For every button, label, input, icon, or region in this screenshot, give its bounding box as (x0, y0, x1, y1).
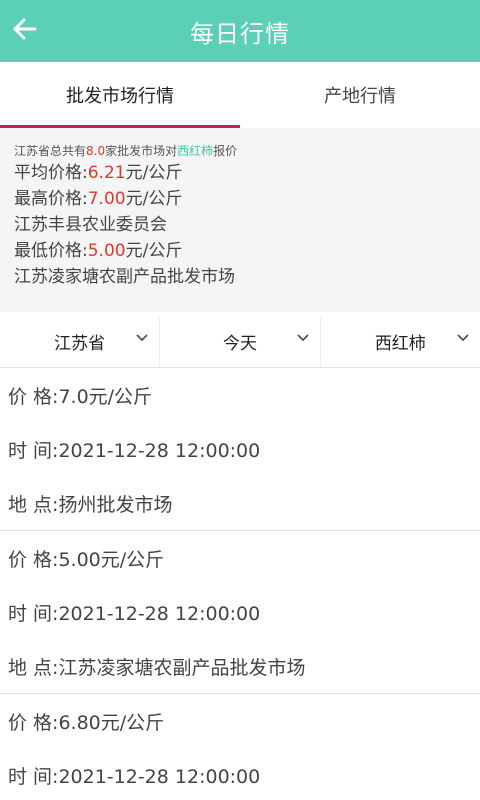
date-label: 今天 (222, 334, 257, 354)
price-summary: 江苏省总共有8.0家批发市场对西红柿报价 平均价格:6.21元/公斤 最高价格:… (0, 128, 480, 312)
chevron-down-icon (136, 334, 148, 342)
market-count: 8.0 (86, 144, 106, 158)
record-price: 价 格:6.80元/公斤 (8, 711, 165, 734)
arrow-left-icon[interactable] (10, 14, 40, 44)
intro-suffix: 报价 (213, 144, 238, 158)
product-dropdown[interactable]: 西红柿 (321, 316, 480, 367)
filter-bar: 江苏省 今天 西红柿 (0, 316, 480, 368)
chevron-down-icon (297, 334, 309, 342)
app-header: 每日行情 (0, 0, 480, 62)
intro-prefix: 江苏省总共有 (14, 144, 87, 158)
record-time: 时 间:2021-12-28 12:00:00 (8, 439, 261, 462)
page-title: 每日行情 (190, 19, 290, 48)
tab-wholesale-market[interactable]: 批发市场行情 (0, 62, 240, 128)
list-item[interactable]: 价 格:6.80元/公斤 时 间:2021-12-28 12:00:00 (0, 694, 480, 800)
avg-price-value: 6.21 (87, 163, 126, 183)
record-time: 时 间:2021-12-28 12:00:00 (8, 765, 261, 788)
record-place: 地 点:江苏凌家塘农副产品批发市场 (8, 656, 306, 679)
min-price-value: 5.00 (87, 241, 126, 261)
max-price-label: 最高价格: (14, 189, 88, 209)
tab-origin-market[interactable]: 产地行情 (240, 62, 480, 128)
max-price-unit: 元/公斤 (125, 189, 183, 209)
min-price-market-link[interactable]: 江苏凌家塘农副产品批发市场 (14, 264, 466, 290)
intro-product: 西红柿 (177, 144, 214, 158)
record-price: 价 格:5.00元/公斤 (8, 548, 165, 571)
product-label: 西红柿 (374, 334, 426, 354)
max-price-line: 最高价格:7.00元/公斤 (14, 186, 466, 212)
province-label: 江苏省 (54, 334, 106, 354)
max-price-value: 7.00 (87, 189, 126, 209)
avg-price-unit: 元/公斤 (125, 163, 183, 183)
max-price-market-link[interactable]: 江苏丰县农业委员会 (14, 212, 466, 238)
intro-mid: 家批发市场对 (105, 144, 178, 158)
min-price-unit: 元/公斤 (125, 241, 183, 261)
province-dropdown[interactable]: 江苏省 (0, 316, 161, 367)
record-time: 时 间:2021-12-28 12:00:00 (8, 602, 261, 625)
summary-intro: 江苏省总共有8.0家批发市场对西红柿报价 (14, 142, 466, 160)
record-place: 地 点:扬州批发市场 (8, 493, 173, 516)
avg-price-line: 平均价格:6.21元/公斤 (14, 160, 466, 186)
date-dropdown[interactable]: 今天 (160, 316, 321, 367)
record-price: 价 格:7.0元/公斤 (8, 385, 153, 408)
chevron-down-icon (457, 334, 469, 342)
tab-bar: 批发市场行情 产地行情 (0, 62, 480, 128)
min-price-line: 最低价格:5.00元/公斤 (14, 238, 466, 264)
min-price-label: 最低价格: (14, 241, 88, 261)
list-item[interactable]: 价 格:5.00元/公斤 时 间:2021-12-28 12:00:00 地 点… (0, 531, 480, 694)
avg-price-label: 平均价格: (14, 163, 88, 183)
list-item[interactable]: 价 格:7.0元/公斤 时 间:2021-12-28 12:00:00 地 点:… (0, 368, 480, 531)
